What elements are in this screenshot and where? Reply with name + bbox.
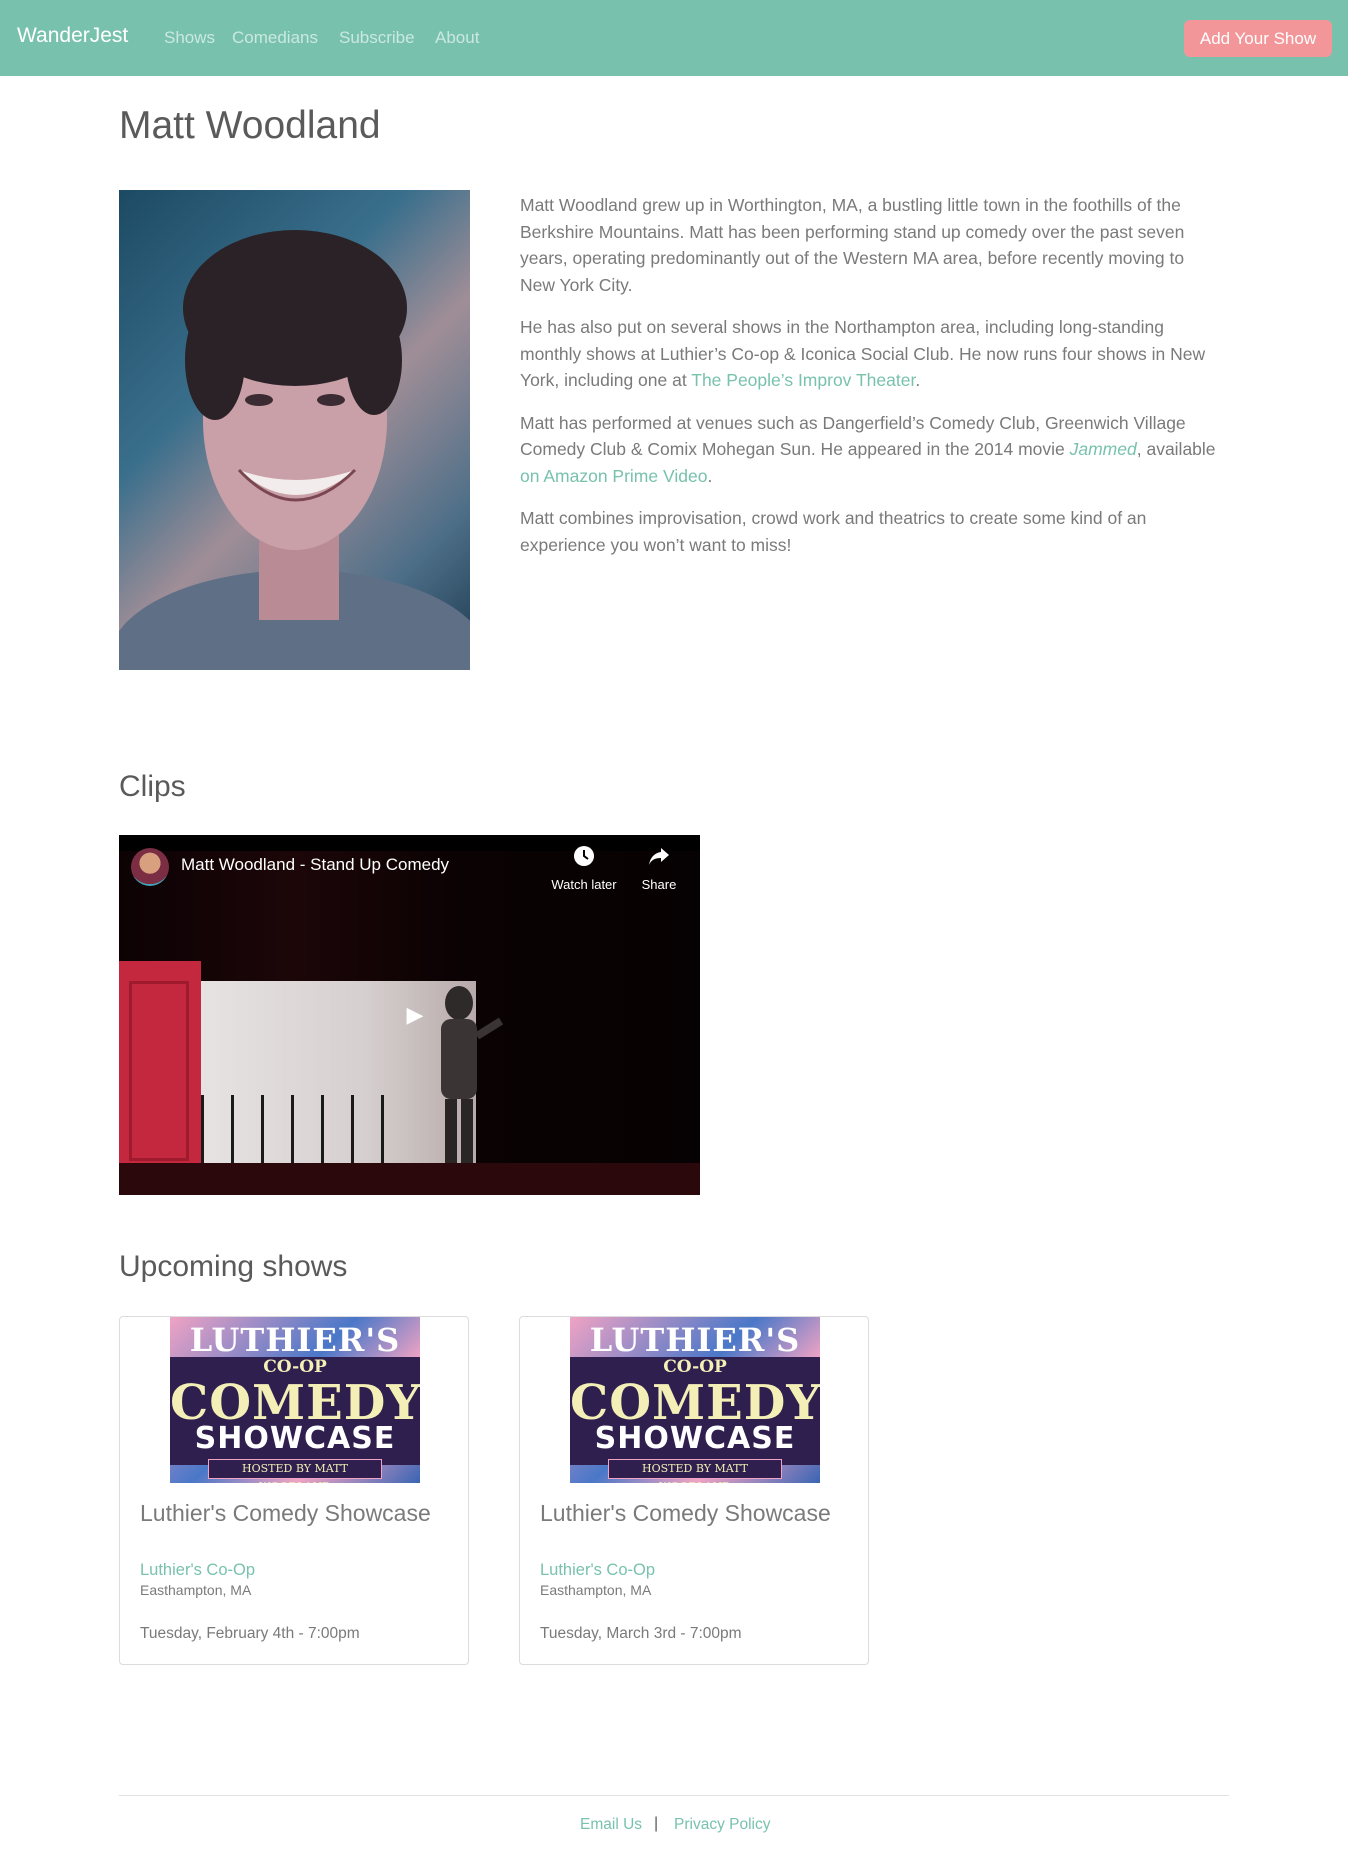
channel-avatar[interactable]: [131, 848, 169, 886]
show-date: Tuesday, March 3rd - 7:00pm: [540, 1625, 742, 1642]
video-player[interactable]: Matt Woodland - Stand Up Comedy Watch la…: [119, 835, 700, 1195]
clock-icon: [544, 845, 624, 873]
bio-paragraph-1: Matt Woodland grew up in Worthington, MA…: [520, 195, 1185, 295]
upcoming-shows-heading: Upcoming shows: [119, 1250, 348, 1283]
nav-link-subscribe[interactable]: Subscribe: [339, 28, 415, 48]
show-location: Easthampton, MA: [140, 1582, 252, 1598]
show-location: Easthampton, MA: [540, 1582, 652, 1598]
nav-link-shows[interactable]: Shows: [164, 28, 215, 48]
comedian-bio: Matt Woodland grew up in Worthington, MA…: [520, 192, 1220, 574]
movie-title: Jammed: [1069, 439, 1137, 459]
show-title[interactable]: Luthier's Comedy Showcase: [540, 1500, 840, 1527]
navbar: WanderJest Shows Comedians Subscribe Abo…: [0, 0, 1348, 76]
email-us-link[interactable]: Email Us: [580, 1816, 642, 1834]
show-poster[interactable]: LUTHIER'S CO-OP COMEDY SHOWCASE HOSTED B…: [170, 1317, 420, 1483]
video-title[interactable]: Matt Woodland - Stand Up Comedy: [181, 855, 449, 875]
show-venue-link[interactable]: Luthier's Co-Op: [540, 1561, 655, 1580]
show-card[interactable]: LUTHIER'S CO-OP COMEDY SHOWCASE HOSTED B…: [119, 1316, 469, 1665]
show-date: Tuesday, February 4th - 7:00pm: [140, 1625, 360, 1642]
comedian-portrait: [119, 190, 470, 670]
page-title: Matt Woodland: [119, 104, 381, 147]
brand-logo[interactable]: WanderJest: [17, 24, 128, 48]
footer-separator: |: [654, 1815, 659, 1832]
stage-floor: [119, 1163, 700, 1195]
show-poster[interactable]: LUTHIER'S CO-OP COMEDY SHOWCASE HOSTED B…: [570, 1317, 820, 1483]
nav-link-comedians[interactable]: Comedians: [232, 28, 318, 48]
show-title[interactable]: Luthier's Comedy Showcase: [140, 1500, 440, 1527]
bio-paragraph-4: Matt combines improvisation, crowd work …: [520, 508, 1147, 555]
clips-heading: Clips: [119, 770, 186, 803]
amazon-prime-link[interactable]: on Amazon Prime Video: [520, 466, 707, 486]
peoples-improv-theater-link[interactable]: The People’s Improv Theater: [691, 370, 915, 390]
share-button[interactable]: Share: [619, 845, 699, 892]
footer-divider: [119, 1795, 1229, 1796]
stage-door: [119, 961, 201, 1179]
show-venue-link[interactable]: Luthier's Co-Op: [140, 1561, 255, 1580]
watch-later-button[interactable]: Watch later: [544, 845, 624, 892]
bio-paragraph-3: Matt has performed at venues such as Dan…: [520, 412, 1216, 486]
share-arrow-icon: [619, 845, 699, 873]
play-icon[interactable]: ▶: [401, 1001, 429, 1029]
performer-silhouette: [441, 986, 504, 1163]
nav-link-about[interactable]: About: [435, 28, 479, 48]
add-your-show-button[interactable]: Add Your Show: [1184, 20, 1332, 57]
show-card[interactable]: LUTHIER'S CO-OP COMEDY SHOWCASE HOSTED B…: [519, 1316, 869, 1665]
privacy-policy-link[interactable]: Privacy Policy: [674, 1816, 770, 1834]
bio-paragraph-2: He has also put on several shows in the …: [520, 317, 1206, 390]
